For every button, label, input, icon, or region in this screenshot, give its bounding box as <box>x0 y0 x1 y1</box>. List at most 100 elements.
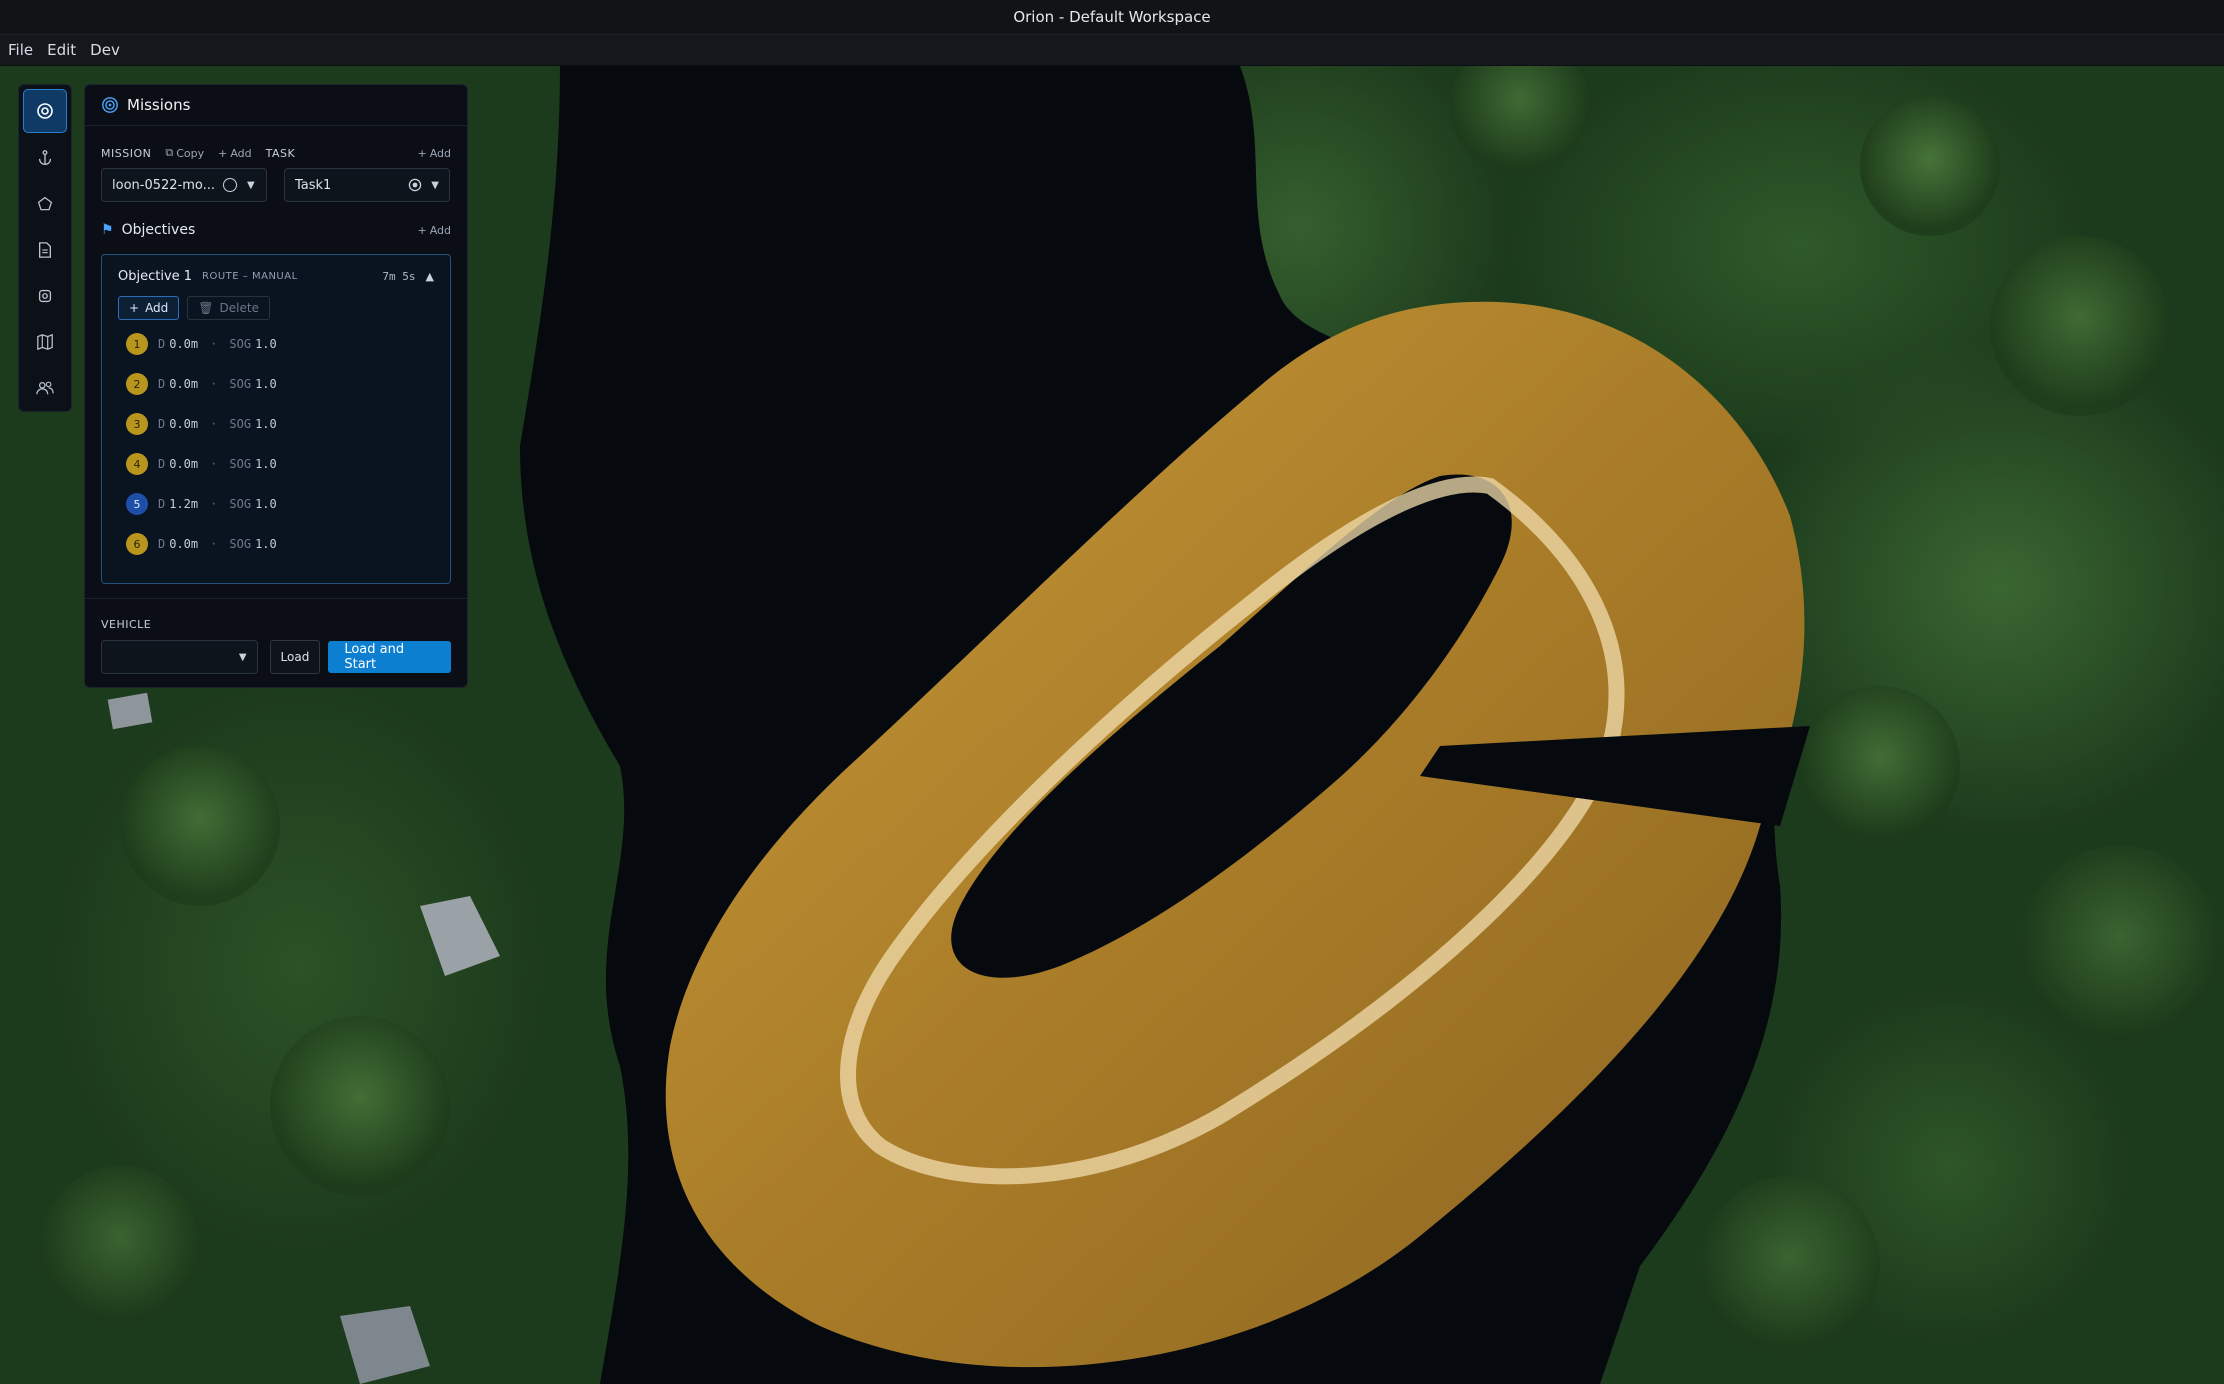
sog-label: SOG <box>229 457 252 471</box>
chevron-up-icon[interactable]: ▲ <box>426 270 434 283</box>
objectives-header: ⚑ Objectives + Add <box>85 222 467 238</box>
house-roof <box>420 896 500 976</box>
waypoint-row[interactable]: 1 D 0.0m · SOG 1.0 <box>118 324 434 364</box>
plus-icon: + <box>129 301 140 315</box>
waypoint-number: 5 <box>126 493 148 515</box>
waypoint-row[interactable]: 5 D 1.2m · SOG 1.0 <box>118 484 434 524</box>
chevron-down-icon: ▼ <box>247 179 255 191</box>
waypoint-row[interactable]: 3 D 0.0m · SOG 1.0 <box>118 404 434 444</box>
mission-select[interactable]: loon-0522-mo... ▼ <box>101 168 267 202</box>
target-icon <box>102 97 118 113</box>
add-mission-label: Add <box>230 146 252 160</box>
waypoint-depth: 0.0m <box>169 537 199 551</box>
waypoint-depth: 0.0m <box>169 417 199 431</box>
add-objective-button[interactable]: + Add <box>417 224 451 237</box>
tool-rail <box>18 84 72 412</box>
sog-label: SOG <box>229 497 252 511</box>
pentagon-icon <box>37 196 53 211</box>
vehicle-select[interactable]: ▼ <box>101 640 258 674</box>
chevron-down-icon: ▼ <box>431 179 439 191</box>
waypoint-depth: 0.0m <box>169 377 199 391</box>
waypoint-sog: 1.0 <box>255 377 277 391</box>
add-waypoint-button[interactable]: + Add <box>118 296 180 320</box>
chevron-down-icon: ▼ <box>238 651 247 663</box>
plus-icon: + <box>417 223 427 237</box>
vehicle-label: VEHICLE <box>101 618 152 631</box>
waypoint-sog: 1.0 <box>255 537 277 551</box>
objective-title-row[interactable]: Objective 1 ROUTE – MANUAL 7m 5s ▲ <box>118 269 434 284</box>
menu-file[interactable]: File <box>0 41 40 59</box>
separator-dot: · <box>210 497 218 511</box>
menu-bar: File Edit Dev <box>0 35 2224 66</box>
waypoint-sog: 1.0 <box>255 457 277 471</box>
waypoint-depth: 1.2m <box>169 497 199 511</box>
settings-icon <box>38 289 52 303</box>
rail-shape-button[interactable] <box>24 183 66 225</box>
missions-title: Missions <box>127 96 191 114</box>
waypoint-number: 2 <box>126 373 148 395</box>
missions-header: Missions <box>85 85 467 126</box>
objective-duration: 7m 5s <box>382 270 416 283</box>
rail-settings-button[interactable] <box>24 275 66 317</box>
rail-document-button[interactable] <box>24 229 66 271</box>
add-waypoint-label: Add <box>145 301 169 315</box>
load-and-start-button[interactable]: Load and Start <box>328 641 451 673</box>
load-button[interactable]: Load <box>269 640 321 674</box>
house-roof <box>340 1306 430 1384</box>
waypoint-list: 1 D 0.0m · SOG 1.0 2 D 0.0m · SOG 1.0 3 D 0.0… <box>118 324 434 564</box>
depth-label: D <box>158 537 166 551</box>
waypoint-row[interactable]: 4 D 0.0m · SOG 1.0 <box>118 444 434 484</box>
waypoint-row[interactable]: 6 D 0.0m · SOG 1.0 <box>118 524 434 564</box>
objective-actions: + Add 🗑 Delete <box>118 296 434 320</box>
sog-label: SOG <box>229 377 252 391</box>
objectives-title: Objectives <box>121 222 196 238</box>
separator-dot: · <box>210 537 218 551</box>
separator-dot: · <box>210 457 218 471</box>
mission-label: MISSION <box>101 146 152 160</box>
rail-missions-button[interactable] <box>23 89 67 133</box>
waypoint-row[interactable]: 2 D 0.0m · SOG 1.0 <box>118 364 434 404</box>
sog-label: SOG <box>229 537 252 551</box>
flag-icon: ⚑ <box>101 222 114 238</box>
copy-mission-label: Copy <box>176 146 205 160</box>
depth-label: D <box>158 457 166 471</box>
target-icon <box>407 177 423 193</box>
rail-anchor-button[interactable] <box>24 137 66 179</box>
mission-task-selects: loon-0522-mo... ▼ Task1 ▼ <box>85 168 467 202</box>
delete-waypoint-label: Delete <box>219 301 259 315</box>
copy-mission-button[interactable]: ⧉ Copy <box>165 146 204 160</box>
waypoint-number: 6 <box>126 533 148 555</box>
sog-label: SOG <box>229 337 252 351</box>
plus-icon: + <box>218 146 228 160</box>
add-mission-button[interactable]: + Add <box>218 147 252 160</box>
add-task-label: Add <box>429 146 451 160</box>
waypoint-number: 4 <box>126 453 148 475</box>
waypoint-number: 1 <box>126 333 148 355</box>
separator-dot: · <box>210 417 218 431</box>
waypoint-sog: 1.0 <box>255 417 277 431</box>
house-roof <box>107 692 153 730</box>
depth-label: D <box>158 417 166 431</box>
rail-map-button[interactable] <box>24 321 66 363</box>
map-icon <box>37 333 53 351</box>
anchor-icon <box>38 150 52 165</box>
add-objective-label: Add <box>429 223 451 237</box>
missions-panel: Missions MISSION ⧉ Copy + Add TASK + Add lo… <box>84 84 468 688</box>
task-select[interactable]: Task1 ▼ <box>284 168 450 202</box>
rail-users-button[interactable] <box>24 367 66 409</box>
menu-edit[interactable]: Edit <box>40 41 83 59</box>
objective-name: Objective 1 <box>118 269 193 284</box>
menu-dev[interactable]: Dev <box>83 41 127 59</box>
task-label: TASK <box>265 146 296 160</box>
waypoint-depth: 0.0m <box>169 337 199 351</box>
users-icon <box>36 381 54 395</box>
objective-kind: ROUTE – MANUAL <box>202 271 298 282</box>
plus-icon: + <box>417 146 427 160</box>
vehicle-section: VEHICLE ▼ Load Load and Start <box>85 598 467 674</box>
status-circle-icon <box>223 178 238 192</box>
target-icon <box>37 103 53 119</box>
window-title: Orion - Default Workspace <box>1013 8 1211 26</box>
delete-waypoint-button[interactable]: 🗑 Delete <box>187 296 270 320</box>
add-task-button[interactable]: + Add <box>417 147 451 160</box>
trash-icon: 🗑 <box>198 301 214 315</box>
